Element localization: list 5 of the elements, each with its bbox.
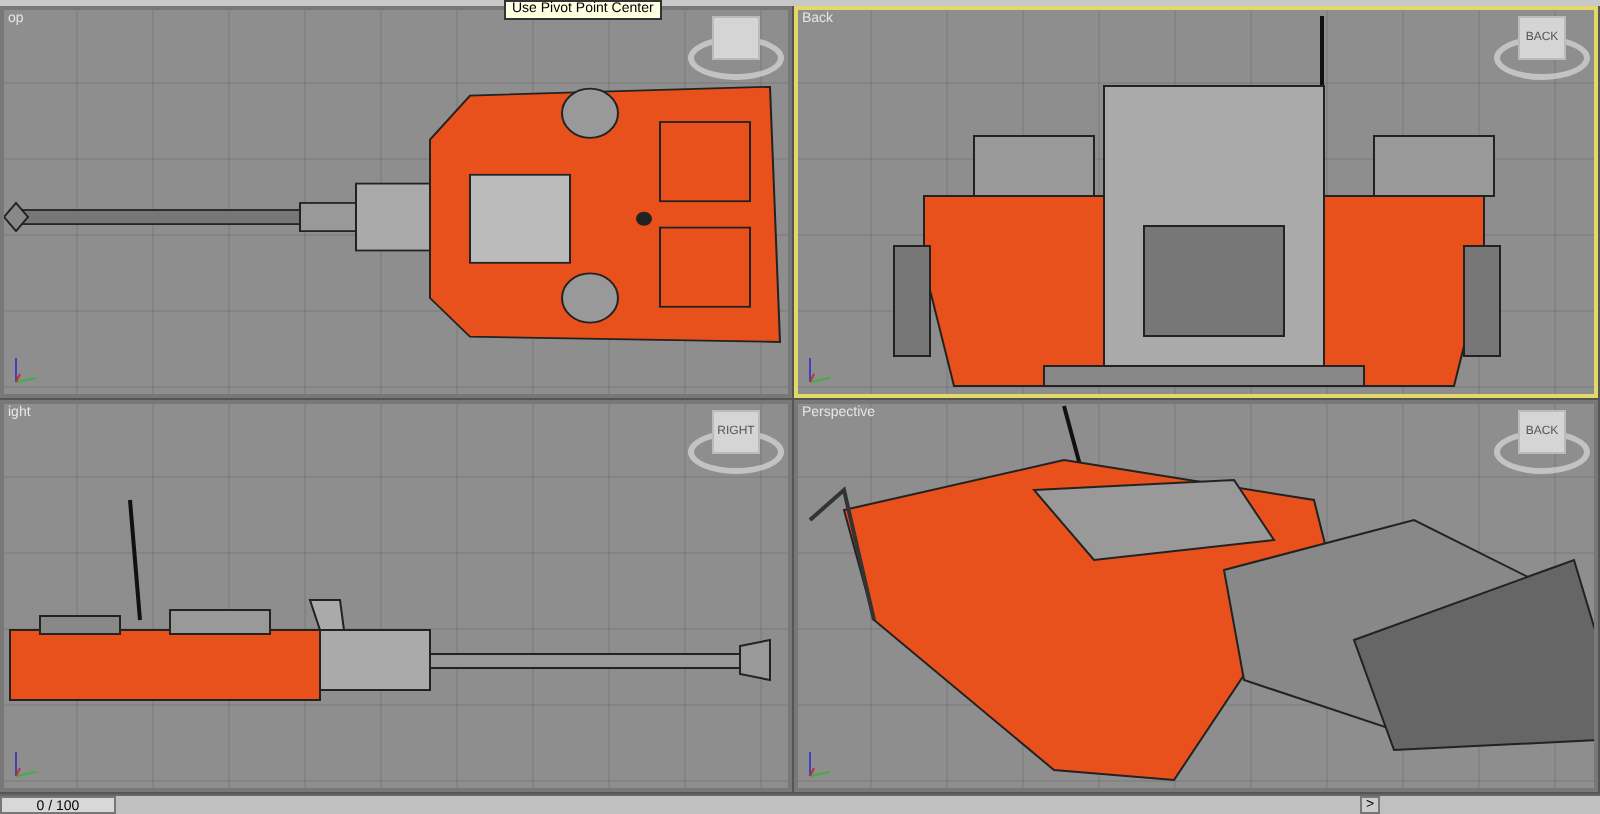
axis-gizmo-icon [806, 748, 834, 780]
viewcube[interactable] [688, 16, 784, 80]
axis-gizmo-icon [12, 748, 40, 780]
axis-gizmo-icon [12, 354, 40, 386]
axis-gizmo-icon [806, 354, 834, 386]
